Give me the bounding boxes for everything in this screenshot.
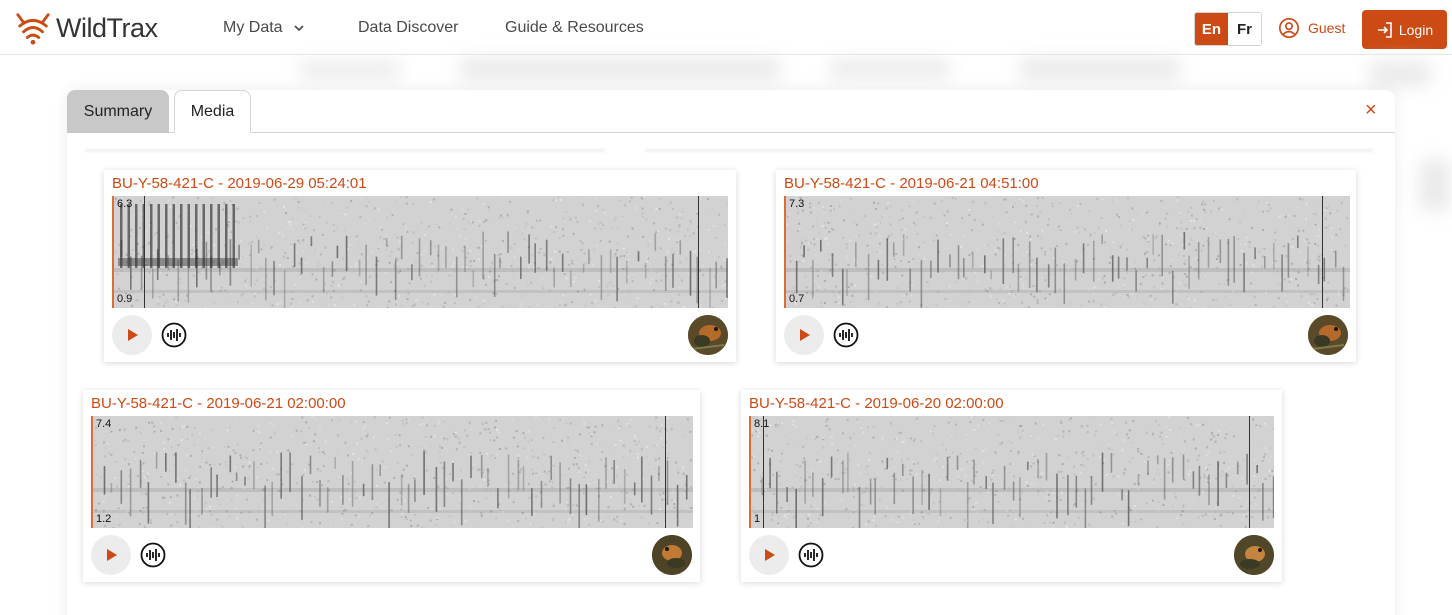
- login-button[interactable]: Login: [1362, 10, 1447, 49]
- login-label: Login: [1398, 21, 1434, 38]
- spectrogram[interactable]: 7.4 1.2: [91, 416, 693, 528]
- play-button[interactable]: [91, 535, 131, 575]
- nav-data-discover[interactable]: Data Discover: [358, 19, 458, 37]
- nav-my-data-label: My Data: [223, 19, 283, 36]
- recording-title[interactable]: BU-Y-58-421-C - 2019-06-21 02:00:00: [91, 395, 346, 412]
- playhead-marker: [665, 416, 666, 528]
- close-icon[interactable]: ×: [1365, 100, 1377, 120]
- background-content: [1420, 160, 1450, 210]
- freq-min-label: 1: [754, 513, 761, 525]
- freq-max-label: 7.4: [96, 418, 112, 430]
- spectrogram[interactable]: 8.1 1: [749, 416, 1274, 528]
- language-toggle: En Fr: [1194, 12, 1262, 46]
- tab-summary[interactable]: Summary: [67, 90, 169, 133]
- user-circle-icon: [1279, 18, 1299, 38]
- media-modal: Summary Media × BU-Y-58-421-C - 2019-06-…: [67, 90, 1395, 615]
- logo-text: WildTrax: [56, 12, 158, 43]
- background-content: [1370, 62, 1430, 86]
- play-icon: [765, 549, 775, 561]
- tab-media[interactable]: Media: [174, 90, 251, 133]
- divider: [85, 149, 605, 152]
- recording-title[interactable]: BU-Y-58-421-C - 2019-06-21 04:51:00: [784, 175, 1039, 192]
- species-thumbnail[interactable]: [688, 315, 728, 355]
- species-thumbnail[interactable]: [1234, 535, 1274, 575]
- nav-guide-resources[interactable]: Guide & Resources: [505, 19, 644, 37]
- bird-thumbnail-image: [688, 315, 728, 355]
- play-button[interactable]: [784, 315, 824, 355]
- freq-min-label: 0.9: [117, 293, 133, 305]
- nav-data-discover-label: Data Discover: [358, 19, 459, 36]
- background-content: [460, 58, 780, 80]
- spectrogram-image: [751, 416, 1274, 528]
- spectrogram-image: [114, 196, 728, 308]
- play-button[interactable]: [112, 315, 152, 355]
- spectrogram[interactable]: 7.3 0.7: [784, 196, 1350, 308]
- wildtrax-logo[interactable]: WildTrax: [14, 9, 158, 47]
- playhead-marker: [763, 416, 764, 528]
- playhead-marker: [1249, 416, 1250, 528]
- recording-title[interactable]: BU-Y-58-421-C - 2019-06-20 02:00:00: [749, 395, 1004, 412]
- login-arrow-icon: [1377, 21, 1392, 38]
- playhead-marker: [698, 196, 699, 308]
- lang-en-button[interactable]: En: [1195, 13, 1228, 45]
- spectrogram-image: [93, 416, 693, 528]
- play-icon: [128, 329, 138, 341]
- spectrogram-image: [786, 196, 1350, 308]
- bird-thumbnail-image: [652, 535, 692, 575]
- freq-max-label: 6.3: [117, 198, 133, 210]
- nav-my-data[interactable]: My Data: [223, 19, 305, 37]
- freq-max-label: 8.1: [754, 418, 770, 430]
- recording-card: BU-Y-58-421-C - 2019-06-21 02:00:00 7.4 …: [83, 390, 700, 582]
- top-navbar: WildTrax My Data Data Discover Guide & R…: [0, 0, 1452, 55]
- recording-card: BU-Y-58-421-C - 2019-06-20 02:00:00 8.1 …: [741, 390, 1282, 582]
- playhead-marker: [144, 196, 145, 308]
- spectrogram[interactable]: 6.3 0.9: [112, 196, 728, 308]
- bird-thumbnail-image: [1308, 315, 1348, 355]
- chevron-down-icon: [294, 25, 304, 32]
- play-icon: [800, 329, 810, 341]
- background-content: [1020, 58, 1180, 80]
- play-icon: [107, 549, 117, 561]
- species-thumbnail[interactable]: [652, 535, 692, 575]
- background-content: [300, 62, 400, 78]
- waveform-icon[interactable]: [140, 542, 166, 568]
- playhead-marker: [1322, 196, 1323, 308]
- freq-min-label: 0.7: [789, 293, 805, 305]
- species-thumbnail[interactable]: [1308, 315, 1348, 355]
- guest-label: Guest: [1308, 20, 1346, 36]
- background-content: [830, 60, 950, 78]
- lang-fr-button[interactable]: Fr: [1228, 13, 1261, 45]
- waveform-icon[interactable]: [161, 322, 187, 348]
- recording-card: BU-Y-58-421-C - 2019-06-29 05:24:01 6.3 …: [104, 170, 736, 362]
- play-button[interactable]: [749, 535, 789, 575]
- guest-user-button[interactable]: Guest: [1278, 17, 1345, 39]
- modal-tabs: Summary Media: [67, 90, 1395, 133]
- freq-max-label: 7.3: [789, 198, 805, 210]
- nav-guide-resources-label: Guide & Resources: [505, 19, 644, 36]
- divider: [645, 149, 1373, 152]
- waveform-icon[interactable]: [798, 542, 824, 568]
- bird-thumbnail-image: [1234, 535, 1274, 575]
- freq-min-label: 1.2: [96, 513, 112, 525]
- recording-card: BU-Y-58-421-C - 2019-06-21 04:51:00 7.3 …: [776, 170, 1356, 362]
- waveform-icon[interactable]: [833, 322, 859, 348]
- wildtrax-logo-icon: [16, 13, 50, 45]
- recording-title[interactable]: BU-Y-58-421-C - 2019-06-29 05:24:01: [112, 175, 367, 192]
